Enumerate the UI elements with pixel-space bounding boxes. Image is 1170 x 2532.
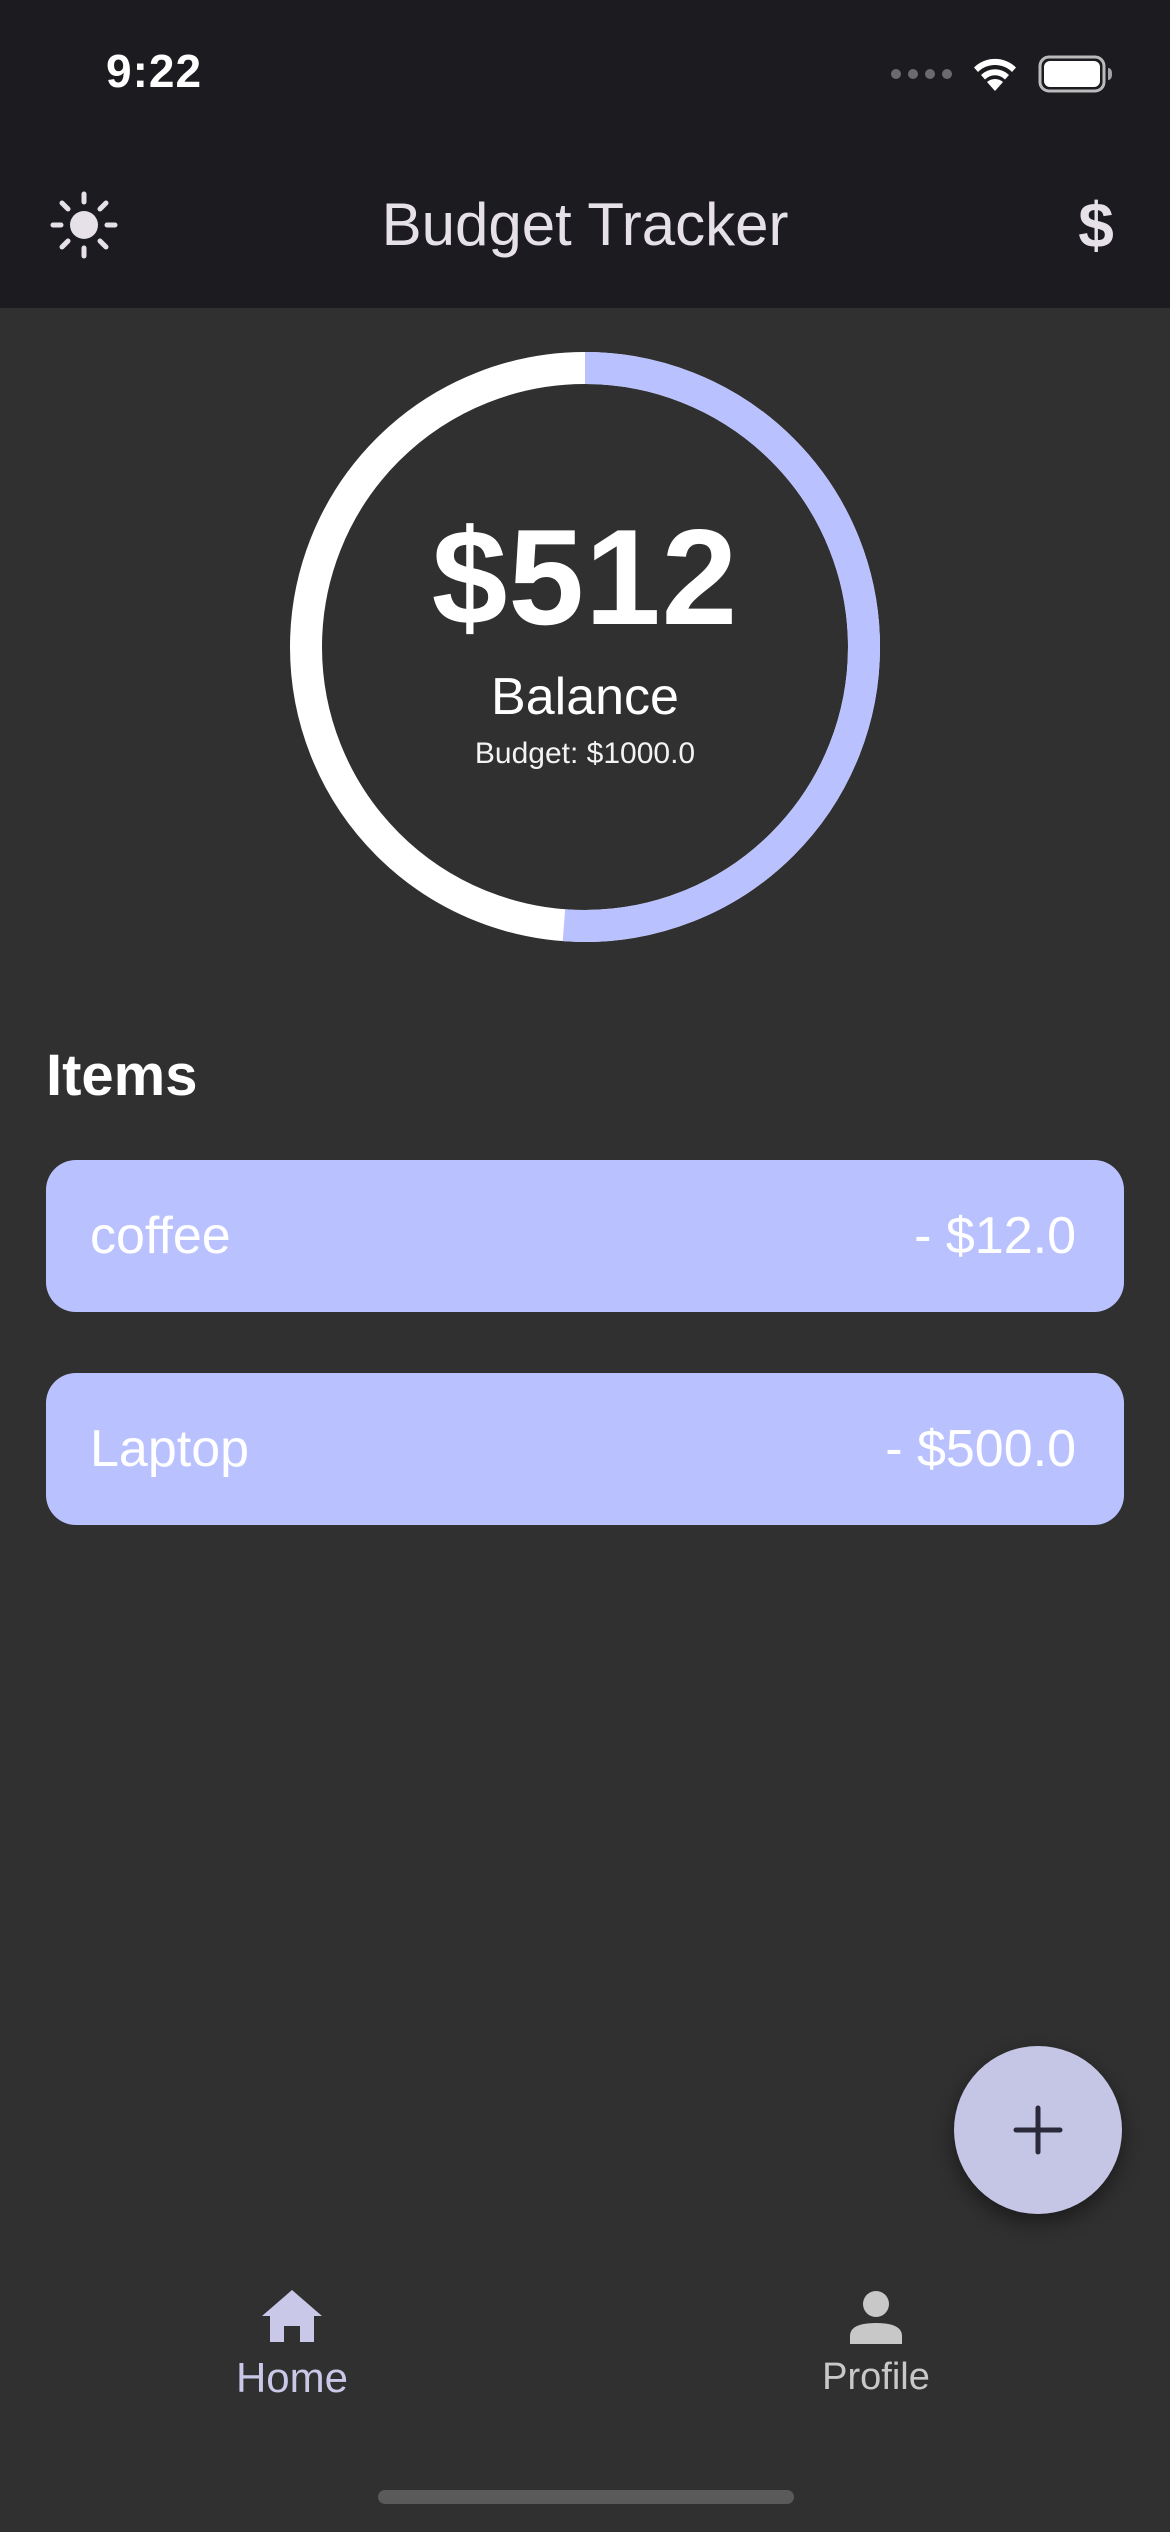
status-icons [891, 52, 1114, 96]
top-app-bar: 9:22 Budget Tracker $ [0, 0, 1170, 308]
home-icon [262, 2290, 322, 2342]
nav-item-home[interactable]: Home [192, 2288, 392, 2402]
list-item[interactable]: coffee - $12.0 [46, 1160, 1124, 1312]
gauge-center: $512 Balance Budget: $1000.0 [290, 352, 880, 942]
dollar-icon: $ [1078, 189, 1114, 261]
nav-item-profile[interactable]: Profile [776, 2290, 976, 2399]
add-item-button[interactable] [954, 2046, 1122, 2214]
battery-icon [1038, 55, 1112, 93]
screen: 9:22 Budget Tracker $ $512 Balance Budge… [0, 0, 1170, 2532]
nav-label-profile: Profile [822, 2356, 930, 2398]
plus-icon [1013, 2105, 1063, 2155]
balance-amount: $512 [431, 501, 739, 653]
nav-label-home: Home [235, 2354, 349, 2401]
balance-gauge: $512 Balance Budget: $1000.0 [290, 352, 880, 942]
cellular-signal-icon [891, 69, 952, 79]
currency-button[interactable]: $ [1046, 175, 1146, 275]
person-icon [850, 2291, 902, 2344]
balance-label: Balance [491, 668, 679, 726]
home-indicator [378, 2490, 794, 2504]
item-name: coffee [90, 1207, 231, 1265]
status-time: 9:22 [106, 45, 203, 97]
wifi-icon [974, 58, 1016, 91]
item-amount: - $12.0 [914, 1207, 1076, 1265]
app-title: Budget Tracker [381, 191, 789, 258]
items-heading: Items [46, 1043, 198, 1108]
item-amount: - $500.0 [885, 1420, 1076, 1478]
list-item[interactable]: Laptop - $500.0 [46, 1373, 1124, 1525]
item-name: Laptop [90, 1420, 250, 1478]
budget-label: Budget: $1000.0 [474, 737, 696, 770]
